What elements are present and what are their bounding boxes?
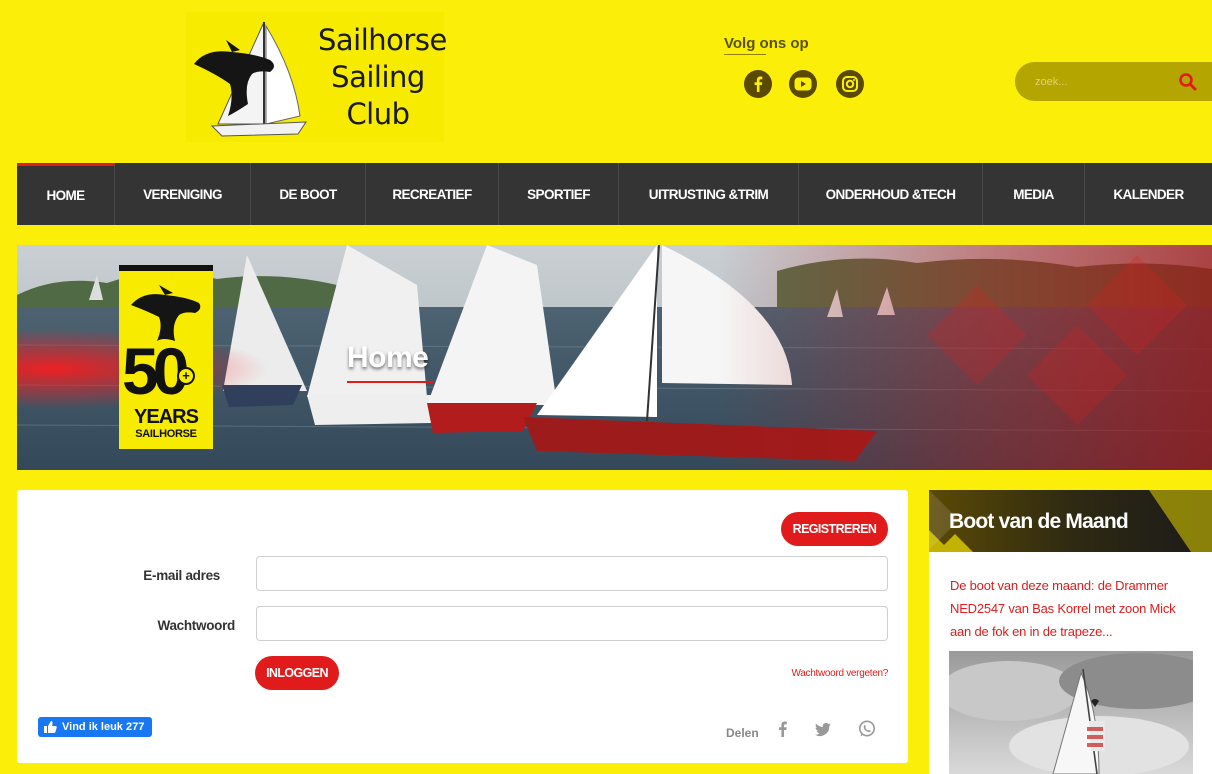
facebook-icon[interactable] [744,70,772,98]
nav-item-vereniging[interactable]: VERENIGING [115,163,251,225]
search-icon [1179,73,1197,91]
badge-number: 50 [122,334,189,408]
badge-years: YEARS [134,406,199,428]
login-button[interactable]: INLOGGEN [255,656,339,690]
nav-item-uitrusting-trim[interactable]: UITRUSTING &TRIM [619,163,799,225]
panel-title: Boot van de Maand [949,510,1129,533]
follow-underline [724,54,766,55]
badge-plus: + [177,367,195,385]
title-underline [347,381,433,383]
twitter-icon[interactable] [813,719,833,739]
main-nav: HOME VERENIGING DE BOOT RECREATIEF SPORT… [17,163,1212,225]
nav-item-recreatief[interactable]: RECREATIEF [366,163,499,225]
register-button[interactable]: REGISTREREN [781,512,888,546]
facebook-like-label: Vind ik leuk 277 [62,721,145,733]
instagram-icon[interactable] [836,70,864,98]
share-label: Delen [726,726,759,740]
fifty-years-badge: 50 + YEARS SAILHORSE [119,265,213,449]
thumbs-up-icon [44,721,57,733]
hero-banner: 50 + YEARS SAILHORSE Home [17,245,1212,470]
nav-item-media[interactable]: MEDIA [983,163,1085,225]
search-button[interactable] [1178,72,1198,92]
facebook-like-button[interactable]: Vind ik leuk 277 [38,717,153,737]
sailhorse-logo-icon [186,12,311,142]
boat-of-month-link[interactable]: De boot van deze maand: de Drammer NED25… [950,574,1195,643]
boat-photo-image [949,651,1193,774]
facebook-icon[interactable] [773,719,793,739]
panel-header: Boot van de Maand [929,490,1212,552]
search-input[interactable] [1035,72,1165,92]
search-box [1015,62,1212,101]
forgot-password-link[interactable]: Wachtwoord vergeten? [792,668,889,679]
boat-photo[interactable] [949,651,1193,774]
nav-item-onderhoud-tech[interactable]: ONDERHOUD &TECH [799,163,983,225]
password-label: Wachtwoord [157,618,236,633]
whatsapp-icon[interactable] [857,719,877,739]
boat-of-the-month-panel: Boot van de Maand De boot van deze maand… [929,490,1212,774]
email-field[interactable] [256,556,888,591]
nav-item-sportief[interactable]: SPORTIEF [499,163,619,225]
page-title: Home [347,341,429,374]
badge-brand: SAILHORSE [135,428,197,440]
nav-item-de-boot[interactable]: DE BOOT [251,163,366,225]
nav-item-kalender[interactable]: KALENDER [1085,163,1212,225]
password-field[interactable] [256,606,888,641]
login-card: REGISTREREN E-mail adres Wachtwoord INLO… [17,490,908,763]
site-logo[interactable]: Sailhorse Sailing Club [186,12,447,142]
site-name: Sailhorse Sailing Club [318,23,447,131]
follow-us-label: Volg ons op [724,35,809,52]
site-header: Sailhorse Sailing Club Volg ons op [0,0,1212,163]
nav-item-home[interactable]: HOME [17,163,115,225]
email-label: E-mail adres [143,568,220,583]
youtube-icon[interactable] [789,70,817,98]
